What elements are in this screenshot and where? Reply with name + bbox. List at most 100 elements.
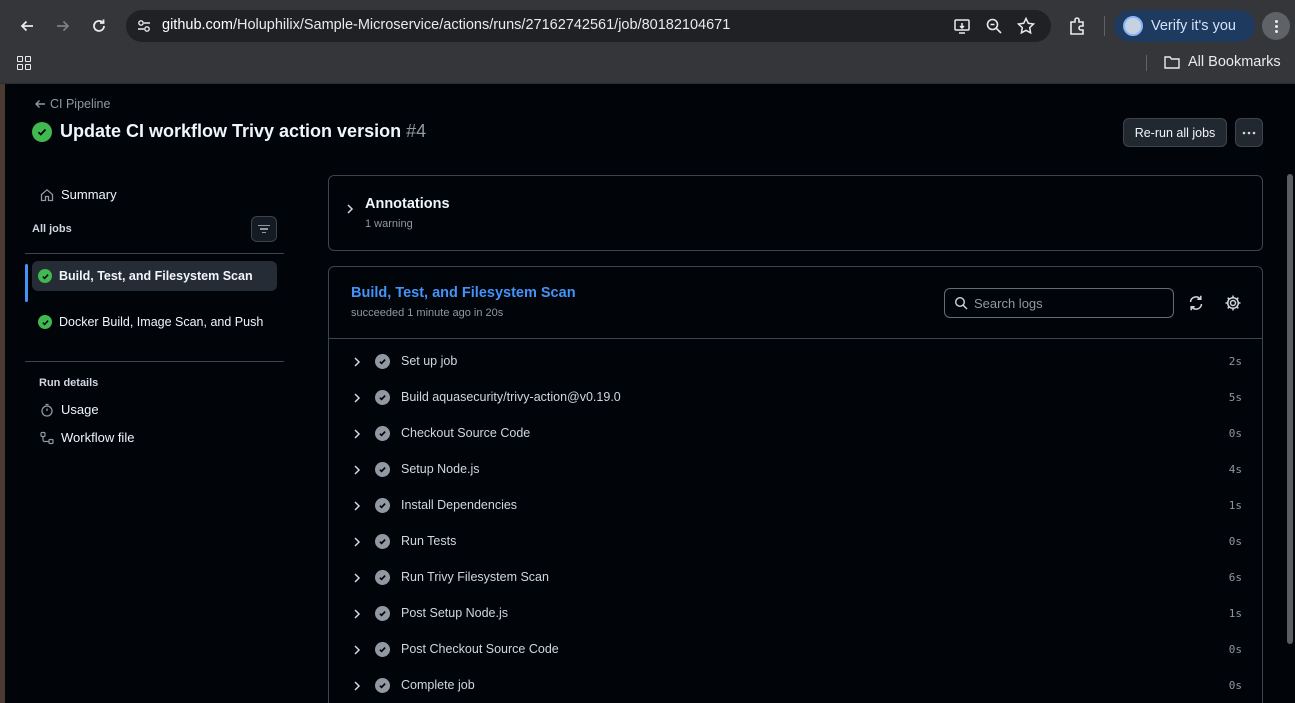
kebab-horizontal-icon [1242,131,1256,134]
job-step-row[interactable]: Set up job 2s [329,344,1262,380]
url-text: github.com/Holuphilix/Sample-Microservic… [162,17,731,33]
step-name: Post Setup Node.js [401,606,509,620]
filter-jobs-button[interactable] [251,216,277,242]
step-duration: 4s [1228,463,1242,476]
step-success-icon [375,390,390,405]
site-info-icon[interactable] [135,17,153,35]
workflow-icon [40,431,54,444]
annotations-panel[interactable]: Annotations 1 warning [328,175,1263,251]
usage-label: Usage [61,402,99,417]
job-step-row[interactable]: Checkout Source Code 0s [329,416,1262,452]
annotations-count: 1 warning [365,218,413,230]
step-duration: 1s [1228,499,1242,512]
extensions-puzzle-icon[interactable] [1066,14,1090,38]
more-options-button[interactable] [1235,118,1263,147]
step-name: Run Tests [401,534,457,548]
chevron-right-icon [354,573,361,583]
chevron-right-icon [354,609,361,619]
step-success-icon [375,606,390,621]
job-header: Build, Test, and Filesystem Scan succeed… [329,267,1262,339]
page-scrollbar[interactable] [1285,84,1295,703]
back-arrow-icon[interactable] [14,13,40,39]
step-success-icon [375,426,390,441]
browser-toolbar: github.com/Holuphilix/Sample-Microservic… [0,0,1295,52]
job-step-row[interactable]: Post Setup Node.js 1s [329,596,1262,632]
chevron-right-icon [354,465,361,475]
sidebar-divider [25,361,284,362]
avatar [1123,16,1143,36]
sidebar-job-build-test-scan[interactable]: Build, Test, and Filesystem Scan [32,261,277,291]
refresh-icon[interactable] [1187,294,1205,312]
gear-icon[interactable] [1224,294,1242,312]
job-step-row[interactable]: Post Checkout Source Code 0s [329,632,1262,668]
step-name: Run Trivy Filesystem Scan [401,570,549,584]
folder-icon [1164,56,1180,69]
forward-arrow-icon[interactable] [50,13,76,39]
install-app-icon[interactable] [952,16,972,36]
chevron-right-icon [354,537,361,547]
breadcrumb-back-link[interactable]: CI Pipeline [34,97,110,111]
bookmarks-bar: All Bookmarks [0,52,1295,84]
rerun-label: Re-run all jobs [1134,125,1216,140]
job-step-row[interactable]: Run Trivy Filesystem Scan 6s [329,560,1262,596]
job-label: Docker Build, Image Scan, and Push [59,315,264,329]
chevron-right-icon [354,429,361,439]
job-step-row[interactable]: Complete job 0s [329,668,1262,703]
step-name: Checkout Source Code [401,426,531,440]
step-success-icon [375,642,390,657]
scrollbar-thumb[interactable] [1287,174,1293,644]
all-bookmarks-button[interactable]: All Bookmarks [1164,54,1281,70]
sidebar-divider [25,253,284,254]
step-success-icon [375,498,390,513]
sidebar-summary-link[interactable]: Summary [40,187,117,202]
job-status-text: succeeded 1 minute ago in 20s [351,307,504,319]
bookmark-star-icon[interactable] [1016,16,1036,36]
sidebar-job-docker-build[interactable]: Docker Build, Image Scan, and Push [32,307,277,337]
step-success-icon [375,678,390,693]
search-logs-field[interactable] [944,288,1174,318]
annotations-title: Annotations [365,196,450,212]
job-log-panel: Build, Test, and Filesystem Scan succeed… [328,266,1263,703]
page-title-row: Update CI workflow Trivy action version … [32,121,426,142]
success-check-icon [38,269,52,283]
run-title: Update CI workflow Trivy action version [60,121,402,141]
reload-icon[interactable] [86,13,112,39]
job-step-row[interactable]: Install Dependencies 1s [329,488,1262,524]
address-bar[interactable]: github.com/Holuphilix/Sample-Microservic… [126,10,1051,42]
all-bookmarks-label: All Bookmarks [1188,54,1281,70]
workflow-file-label: Workflow file [61,430,135,445]
step-success-icon [375,462,390,477]
job-title[interactable]: Build, Test, and Filesystem Scan [351,285,576,301]
zoom-icon[interactable] [984,16,1004,36]
step-duration: 0s [1228,535,1242,548]
run-details-heading: Run details [39,377,99,389]
github-actions-page: CI Pipeline Update CI workflow Trivy act… [5,84,1285,703]
chevron-right-icon [354,645,361,655]
success-check-icon [32,121,52,142]
rerun-all-jobs-button[interactable]: Re-run all jobs [1123,118,1227,147]
step-name: Setup Node.js [401,462,480,476]
job-step-row[interactable]: Build aquasecurity/trivy-action@v0.19.0 5… [329,380,1262,416]
home-icon [40,188,54,201]
run-number: #4 [406,121,427,141]
search-logs-input[interactable] [974,295,1164,311]
all-jobs-heading: All jobs [32,223,72,235]
chevron-right-icon [347,204,354,214]
chevron-right-icon [354,393,361,403]
step-duration: 0s [1228,679,1242,692]
profile-verify-button[interactable]: Verify it's you [1114,10,1255,42]
browser-menu-icon[interactable] [1262,12,1290,40]
step-name: Set up job [401,354,458,368]
step-duration: 2s [1228,355,1242,368]
step-duration: 1s [1228,607,1242,620]
summary-label: Summary [61,187,117,202]
step-duration: 6s [1228,571,1242,584]
step-name: Install Dependencies [401,498,518,512]
sidebar-usage-link[interactable]: Usage [40,402,99,417]
job-step-row[interactable]: Setup Node.js 4s [329,452,1262,488]
chevron-right-icon [354,501,361,511]
apps-grid-icon[interactable] [17,56,31,70]
job-label: Build, Test, and Filesystem Scan [59,269,253,283]
job-step-row[interactable]: Run Tests 0s [329,524,1262,560]
sidebar-workflow-file-link[interactable]: Workflow file [40,430,134,445]
